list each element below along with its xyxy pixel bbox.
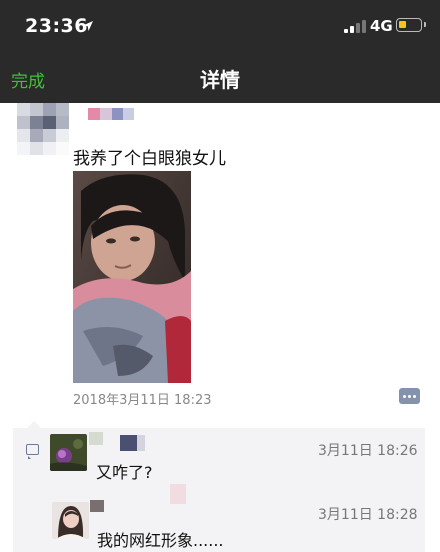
comment-text: 又咋了? [96, 463, 153, 482]
location-icon [83, 21, 93, 31]
comments-section: 又咋了? 3月11日 18:26 我的网红形象...... 3月11日 18:2… [13, 421, 425, 552]
avatar[interactable] [17, 103, 69, 155]
comment-author[interactable] [89, 432, 145, 458]
top-bar: 23:36 4G 完成 详情 [0, 0, 440, 103]
status-bar: 23:36 4G [0, 0, 440, 50]
signal-icon [344, 20, 366, 33]
post-photo[interactable] [73, 171, 191, 383]
comment-dots-icon[interactable] [399, 388, 420, 404]
battery-icon [396, 18, 426, 32]
post-timestamp: 2018年3月11日 18:23 [73, 393, 212, 408]
username[interactable] [88, 108, 134, 120]
comment-avatar[interactable] [50, 434, 87, 471]
page-title: 详情 [200, 68, 240, 92]
status-time: 23:36 [25, 15, 88, 37]
comment-bubble-icon [26, 444, 39, 459]
comment-text: 我的网红形象...... [97, 531, 224, 550]
comment-time: 3月11日 18:26 [318, 443, 418, 459]
comment-time: 3月11日 18:28 [318, 507, 418, 523]
comment-author[interactable] [90, 484, 186, 530]
network-label: 4G [370, 17, 393, 35]
comment-avatar[interactable] [52, 502, 89, 539]
post-text: 我养了个白眼狼女儿 [73, 149, 226, 169]
